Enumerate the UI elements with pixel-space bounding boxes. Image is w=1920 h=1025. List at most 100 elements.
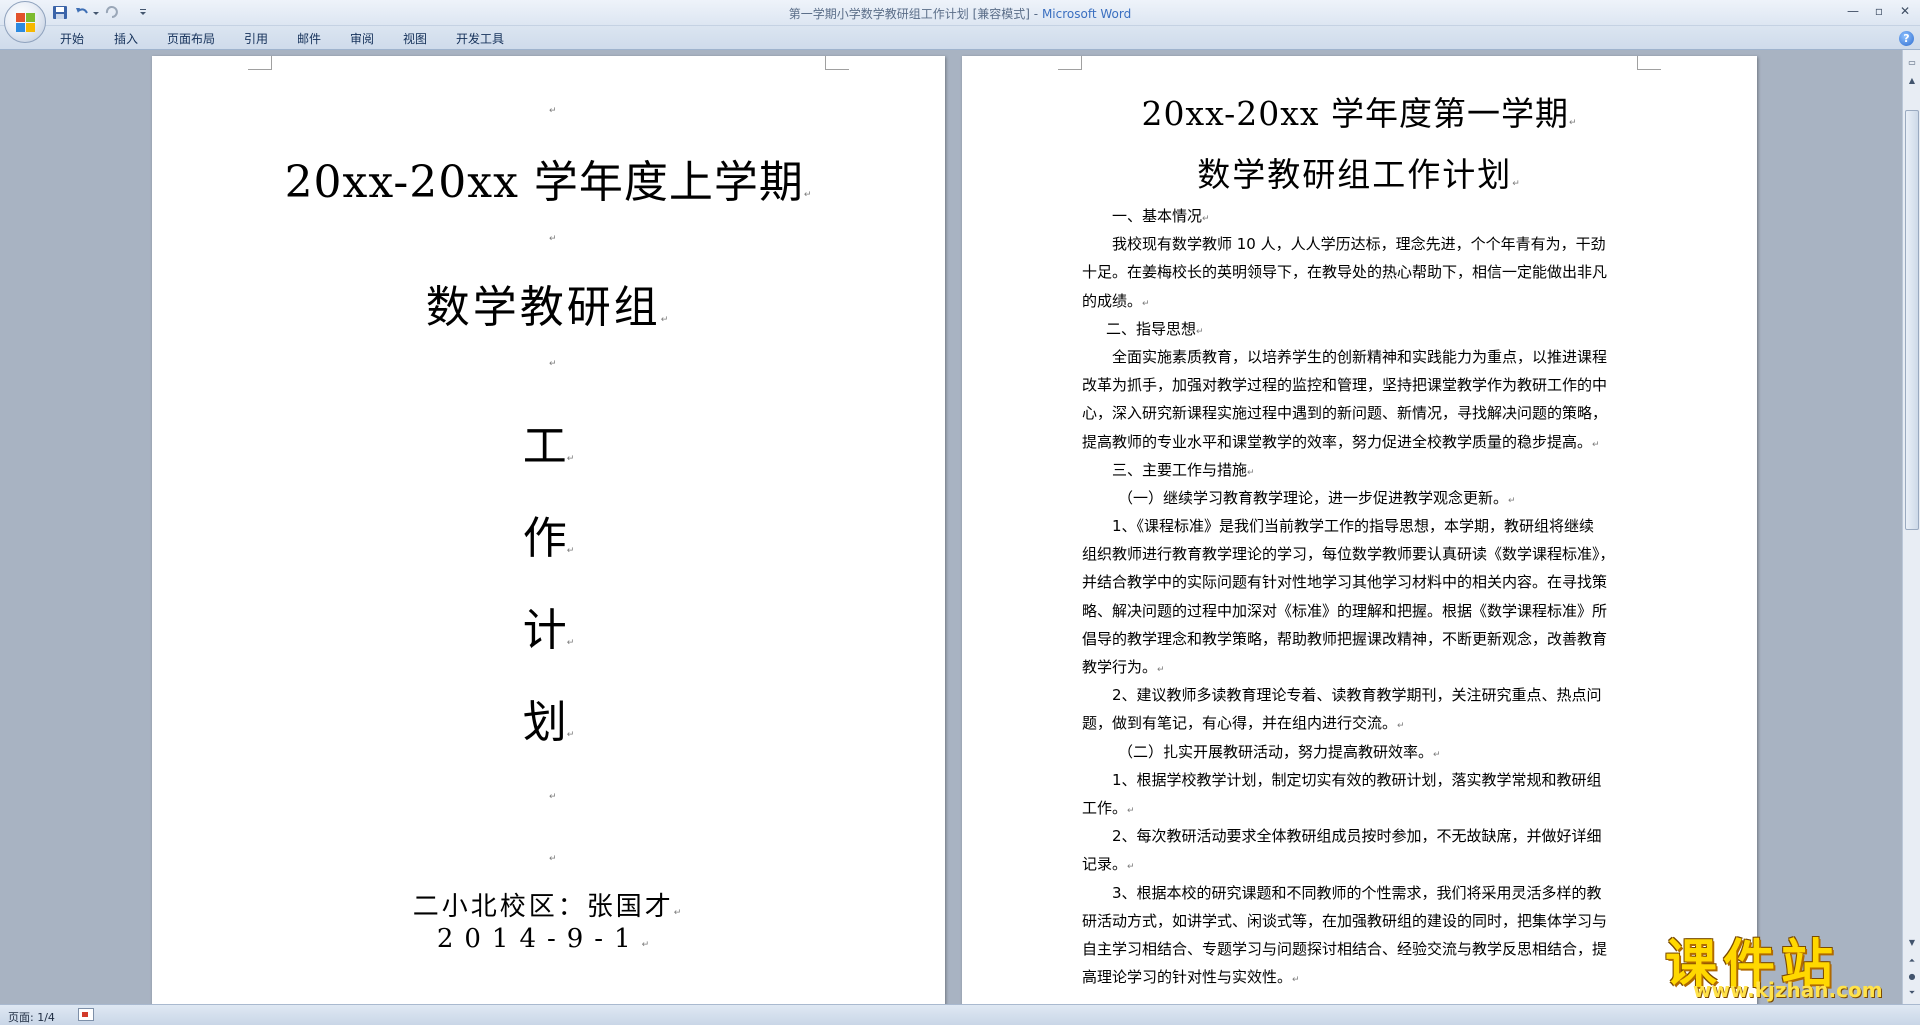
paragraph-mark: ↵ — [1247, 467, 1255, 478]
body-line-text: 1、根据学校教学计划，制定切实有效的教研计划，落实教学常规和教研组 — [1112, 770, 1602, 789]
body-line-text: 题，做到有笔记，有心得，并在组内进行交流。 — [1082, 714, 1398, 733]
tab-view[interactable]: 视图 — [403, 30, 427, 47]
body-line: 十足。在姜梅校长的英明领导下，在教导处的热心帮助下，相信一定能做出非凡 — [1082, 258, 1637, 286]
paragraph-mark: ↵ — [566, 546, 575, 556]
body-line: 心，深入研究新课程实施过程中遇到的新问题、新情况，寻找解决问题的策略， — [1082, 399, 1637, 427]
paragraph-mark: ↵ — [1397, 721, 1405, 732]
scroll-up-icon[interactable]: ▲ — [1905, 74, 1919, 88]
body-line: 二、指导思想↵ — [1082, 315, 1637, 343]
body-line: 高理论学习的针对性与实效性。↵ — [1082, 963, 1637, 991]
scroll-down-icon[interactable]: ▼ — [1905, 936, 1919, 950]
page-cover[interactable]: ↵ 20xx-20xx 学年度上学期↵ ↵ 数学教研组↵ ↵ 工↵ 作↵ 计↵ … — [152, 56, 945, 1004]
tab-developer[interactable]: 开发工具 — [456, 30, 504, 47]
document-name: 第一学期小学数学教研组工作计划 [兼容模式] — [788, 7, 1030, 21]
body-line-text: 研活动方式，如讲学式、闲谈式等，在加强教研组的建设的同时，把集体学习与 — [1082, 911, 1608, 930]
minimize-button[interactable]: — — [1842, 2, 1864, 20]
body-line-text: 记录。 — [1082, 855, 1128, 874]
page-count-status[interactable]: 页面: 1/4 — [8, 1009, 55, 1025]
body-line: 改革为抓手，加强对教学过程的监控和管理，坚持把课堂教学作为教研工作的中 — [1082, 371, 1637, 399]
paragraph-mark: ↵ — [1512, 179, 1522, 189]
margin-corner-mark — [1637, 56, 1661, 70]
paragraph-mark: ↵ — [549, 792, 557, 802]
cover-vertical-char: 工↵ — [152, 410, 945, 474]
ribbon-tab-bar: 开始 插入 页面布局 引用 邮件 审阅 视图 开发工具 ? — [0, 26, 1920, 50]
browse-object-icon[interactable]: ● — [1905, 970, 1919, 984]
tab-insert[interactable]: 插入 — [114, 30, 138, 47]
document-workspace: ↵ 20xx-20xx 学年度上学期↵ ↵ 数学教研组↵ ↵ 工↵ 作↵ 计↵ … — [0, 50, 1902, 1004]
body-line: 三、主要工作与措施↵ — [1082, 456, 1637, 484]
cover-date-text: 2014-9-1 — [436, 924, 642, 954]
cover-author: 二小北校区：张国才↵ — [152, 886, 945, 923]
office-button[interactable] — [4, 1, 46, 43]
paragraph-mark: ↵ — [1508, 495, 1516, 506]
body-line-text: 1、《课程标准》是我们当前教学工作的指导思想，本学期，教研组将继续 — [1112, 517, 1595, 536]
paragraph-mark: ↵ — [549, 106, 557, 116]
proofing-icon[interactable] — [78, 1008, 94, 1021]
body-line: 提高教师的专业水平和课堂教学的效率，努力促进全校教学质量的稳步提高。↵ — [1082, 428, 1637, 456]
document-title-line2: 数学教研组工作计划↵ — [962, 148, 1757, 196]
body-line: 组织教师进行教育教学理论的学习，每位数学教师要认真研读《数学课程标准》， — [1082, 540, 1637, 568]
body-line: 3、根据本校的研究课题和不同教师的个性需求，我们将采用灵活多样的教 — [1082, 879, 1637, 907]
tab-mailings[interactable]: 邮件 — [297, 30, 321, 47]
tab-review[interactable]: 审阅 — [350, 30, 374, 47]
office-logo-icon — [16, 13, 36, 33]
body-line: 自主学习相结合、专题学习与问题探讨相结合、经验交流与教学反思相结合，提 — [1082, 935, 1637, 963]
page-content[interactable]: 20xx-20xx 学年度第一学期↵ 数学教研组工作计划↵ 一、基本情况↵ 我校… — [962, 56, 1757, 1004]
cover-vertical-char: 作↵ — [152, 502, 945, 566]
title-bar: 第一学期小学数学教研组工作计划 [兼容模式] - Microsoft Word … — [0, 0, 1920, 43]
tab-references[interactable]: 引用 — [244, 30, 268, 47]
body-line-text: 2、每次教研活动要求全体教研组成员按时参加，不无故缺席，并做好详细 — [1112, 827, 1602, 846]
body-line-text: 倡导的教学理念和教学策略，帮助教师把握课改精神，不断更新观念，改善教育 — [1082, 629, 1608, 648]
body-line: 一、基本情况↵ — [1082, 202, 1637, 230]
body-line-text: 2、建议教师多读教育理论专着、读教育教学期刊，关注研究重点、热点问 — [1112, 686, 1602, 705]
document-body[interactable]: 一、基本情况↵ 我校现有数学教师 10 人，人人学历达标，理念先进，个个年青有为… — [1082, 202, 1637, 991]
body-line-text: 工作。 — [1082, 798, 1128, 817]
help-icon[interactable]: ? — [1899, 31, 1914, 46]
body-line: 1、《课程标准》是我们当前教学工作的指导思想，本学期，教研组将继续 — [1082, 512, 1637, 540]
body-line-text: 并结合教学中的实际问题有针对性地学习其他学习材料中的相关内容。在寻找策 — [1082, 573, 1608, 592]
body-line: 2、每次教研活动要求全体教研组成员按时参加，不无故缺席，并做好详细 — [1082, 822, 1637, 850]
cover-vertical-char-text: 工 — [522, 421, 567, 472]
close-button[interactable]: ✕ — [1894, 2, 1916, 20]
scrollbar-thumb[interactable] — [1905, 110, 1919, 530]
vertical-scrollbar[interactable]: ▭ ▲ ▼ ⏶ ● ⏷ — [1902, 50, 1920, 1004]
cover-title-line2: 数学教研组↵ — [152, 271, 945, 335]
body-line-text: 全面实施素质教育，以培养学生的创新精神和实践能力为重点，以推进课程 — [1112, 347, 1608, 366]
paragraph-mark: ↵ — [641, 940, 661, 950]
body-line: 2、建议教师多读教育理论专着、读教育教学期刊，关注研究重点、热点问 — [1082, 681, 1637, 709]
body-line-text: 略、解决问题的过程中加深对《标准》的理解和把握。根据《数学课程标准》所 — [1082, 601, 1608, 620]
paragraph-mark: ↵ — [566, 730, 575, 740]
cover-vertical-char: 计↵ — [152, 594, 945, 658]
body-line: 1、根据学校教学计划，制定切实有效的教研计划，落实教学常规和教研组 — [1082, 766, 1637, 794]
body-line: 的成绩。↵ — [1082, 287, 1637, 315]
body-line-text: （一）继续学习教育教学理论，进一步促进教学观念更新。 — [1118, 488, 1509, 507]
body-line-text: 二、指导思想 — [1106, 319, 1197, 338]
paragraph-mark: ↵ — [1592, 439, 1600, 450]
margin-corner-mark — [1058, 56, 1082, 70]
body-line: 倡导的教学理念和教学策略，帮助教师把握课改精神，不断更新观念，改善教育 — [1082, 625, 1637, 653]
maximize-button[interactable]: ▫ — [1868, 2, 1890, 20]
paragraph-mark: ↵ — [673, 908, 685, 918]
body-line-text: 改革为抓手，加强对教学过程的监控和管理，坚持把课堂教学作为教研工作的中 — [1082, 376, 1608, 395]
cover-vertical-char: 划↵ — [152, 686, 945, 750]
ruler-toggle-icon[interactable]: ▭ — [1905, 56, 1919, 70]
body-line: 我校现有数学教师 10 人，人人学历达标，理念先进，个个年青有为，干劲 — [1082, 230, 1637, 258]
previous-page-icon[interactable]: ⏶ — [1905, 954, 1919, 968]
next-page-icon[interactable]: ⏷ — [1905, 986, 1919, 1000]
paragraph-mark: ↵ — [566, 638, 575, 648]
body-line: （二）扎实开展教研活动，努力提高教研效率。↵ — [1082, 738, 1637, 766]
body-line-text: 组织教师进行教育教学理论的学习，每位数学教师要认真研读《数学课程标准》， — [1082, 545, 1615, 564]
tab-home[interactable]: 开始 — [60, 30, 84, 47]
body-line: 教学行为。↵ — [1082, 653, 1637, 681]
cover-date: 2014-9-1↵ — [152, 924, 945, 954]
body-line-text: 高理论学习的针对性与实效性。 — [1082, 968, 1293, 987]
tab-page-layout[interactable]: 页面布局 — [167, 30, 215, 47]
paragraph-mark: ↵ — [1142, 298, 1150, 309]
paragraph-mark: ↵ — [1568, 118, 1578, 128]
body-line-text: 一、基本情况 — [1112, 207, 1203, 225]
paragraph-mark: ↵ — [1292, 975, 1300, 986]
body-line-text: 三、主要工作与措施 — [1112, 460, 1248, 479]
paragraph-mark: ↵ — [803, 190, 813, 200]
paragraph-mark: ↵ — [1433, 749, 1441, 760]
app-name: Microsoft Word — [1041, 7, 1132, 21]
